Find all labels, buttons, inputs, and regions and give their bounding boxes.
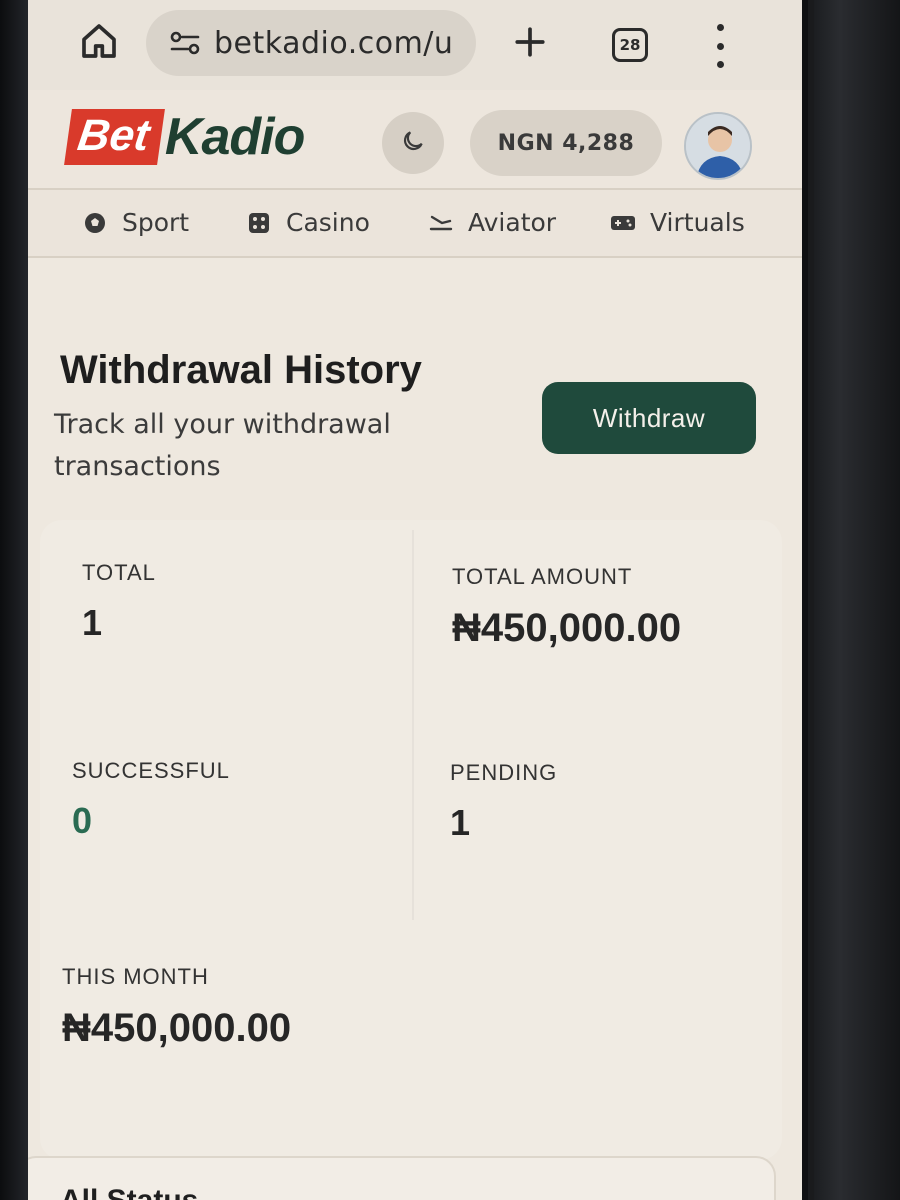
page-title: Withdrawal History bbox=[60, 348, 422, 392]
nav-item-sport[interactable]: Sport bbox=[82, 208, 189, 237]
nav-item-casino[interactable]: Casino bbox=[246, 208, 370, 237]
stat-value: ₦450,000.00 bbox=[452, 606, 682, 650]
status-filter-label: All Status bbox=[60, 1184, 198, 1200]
withdrawal-stats-card: TOTAL 1 TOTAL AMOUNT ₦450,000.00 SUCCESS… bbox=[40, 520, 782, 1160]
dice-icon bbox=[246, 210, 272, 236]
stat-pending: PENDING 1 bbox=[450, 760, 557, 844]
stat-label: PENDING bbox=[450, 760, 558, 785]
url-text[interactable]: betkadio.com/u bbox=[214, 26, 464, 61]
stat-label: THIS MONTH bbox=[62, 964, 209, 989]
nav-item-virtuals[interactable]: Virtuals bbox=[610, 208, 745, 237]
gamepad-icon bbox=[610, 210, 636, 236]
stat-label: SUCCESSFUL bbox=[72, 758, 230, 783]
stat-value: ₦450,000.00 bbox=[62, 1006, 292, 1050]
stats-divider bbox=[412, 530, 414, 920]
stat-label: TOTAL AMOUNT bbox=[452, 564, 633, 589]
browser-toolbar: betkadio.com/u 28 bbox=[28, 0, 802, 90]
device-frame-right bbox=[814, 0, 900, 1200]
home-icon[interactable] bbox=[76, 18, 122, 64]
moon-icon bbox=[400, 128, 426, 158]
stat-value: 0 bbox=[72, 800, 93, 841]
stat-total-amount: TOTAL AMOUNT ₦450,000.00 bbox=[452, 564, 681, 651]
nav-item-aviator[interactable]: Aviator bbox=[428, 208, 556, 237]
nav-item-label: Sport bbox=[122, 208, 190, 237]
logo-bet-text: Bet bbox=[64, 109, 165, 165]
balance-display[interactable]: NGN 4,288 bbox=[470, 110, 662, 176]
stat-value: 1 bbox=[82, 602, 103, 643]
stat-total: TOTAL 1 bbox=[82, 560, 156, 644]
status-filter[interactable]: All Status bbox=[28, 1156, 776, 1200]
nav-item-label: Aviator bbox=[468, 208, 557, 237]
more-menu-icon[interactable] bbox=[708, 24, 732, 68]
main-content: Withdrawal History Track all your withdr… bbox=[28, 258, 802, 1200]
site-header: Bet Kadio NGN 4,288 bbox=[28, 90, 802, 190]
user-avatar[interactable] bbox=[684, 112, 752, 180]
device-frame-left bbox=[0, 0, 28, 1200]
logo-kadio-text: Kadio bbox=[164, 108, 305, 166]
nav-item-label: Virtuals bbox=[650, 208, 745, 237]
tab-switcher-button[interactable]: 28 bbox=[612, 28, 648, 62]
stat-value: 1 bbox=[450, 802, 471, 843]
site-logo[interactable]: Bet Kadio bbox=[64, 108, 305, 166]
page-subtitle: Track all your withdrawal transactions bbox=[54, 409, 391, 482]
category-nav: Sport Casino Aviator Virtuals bbox=[28, 190, 802, 258]
address-bar[interactable]: betkadio.com/u bbox=[146, 10, 476, 76]
withdraw-button[interactable]: Withdraw bbox=[542, 382, 756, 454]
new-tab-icon[interactable] bbox=[508, 20, 552, 64]
stat-label: TOTAL bbox=[82, 560, 156, 585]
stat-this-month: THIS MONTH ₦450,000.00 bbox=[62, 964, 291, 1051]
plane-icon bbox=[428, 210, 454, 236]
phone-screen: betkadio.com/u 28 Bet Kadio NGN 4,288 Sp… bbox=[28, 0, 808, 1200]
stat-successful: SUCCESSFUL 0 bbox=[72, 758, 230, 842]
soccer-ball-icon bbox=[82, 210, 108, 236]
site-settings-icon[interactable] bbox=[168, 29, 202, 57]
nav-item-label: Casino bbox=[286, 208, 370, 237]
dark-mode-toggle[interactable] bbox=[382, 112, 444, 174]
